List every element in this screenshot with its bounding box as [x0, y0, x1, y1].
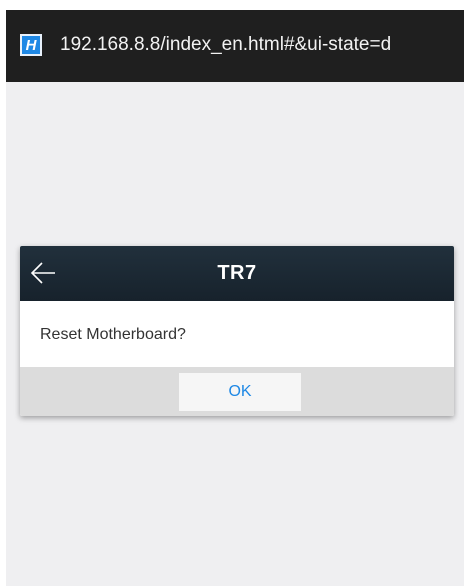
reset-dialog: TR7 Reset Motherboard? OK: [20, 246, 454, 416]
dialog-body: Reset Motherboard?: [20, 301, 454, 367]
screen: H 192.168.8.8/index_en.html#&ui-state=d …: [6, 10, 464, 586]
app-icon-letter: H: [25, 36, 37, 54]
dialog-message: Reset Motherboard?: [40, 326, 186, 343]
url-text[interactable]: 192.168.8.8/index_en.html#&ui-state=d: [60, 34, 391, 56]
arrow-left-icon: [30, 262, 55, 284]
back-button[interactable]: [26, 258, 60, 288]
browser-address-bar: H 192.168.8.8/index_en.html#&ui-state=d: [6, 10, 464, 82]
dialog-footer: OK: [20, 367, 454, 416]
dialog-title: TR7: [217, 262, 257, 284]
app-icon: H: [20, 34, 42, 56]
ok-button[interactable]: OK: [179, 373, 301, 411]
dialog-header: TR7: [20, 246, 454, 301]
